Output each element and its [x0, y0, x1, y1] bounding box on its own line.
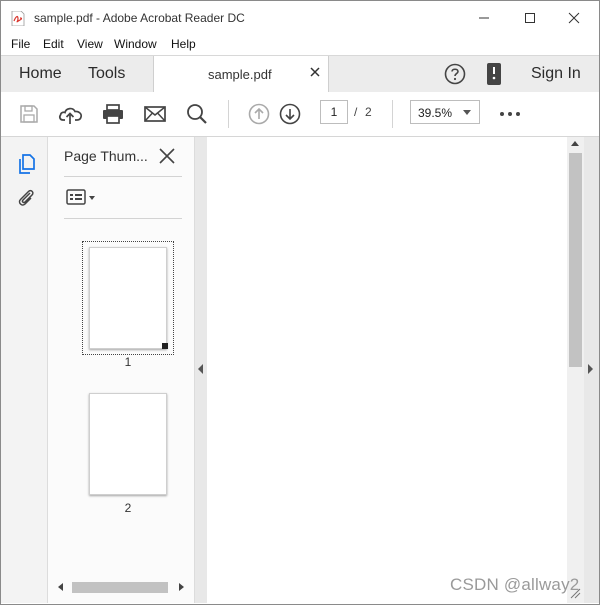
print-icon	[103, 104, 123, 124]
left-rail	[1, 137, 48, 603]
save-icon	[20, 105, 38, 123]
maximize-icon	[525, 13, 535, 23]
more-tools-button[interactable]	[497, 101, 523, 127]
save-button[interactable]	[16, 101, 42, 127]
scroll-right-icon[interactable]	[179, 583, 184, 591]
menu-view[interactable]: View	[77, 37, 103, 51]
tab-home[interactable]: Home	[19, 65, 62, 83]
zoom-select[interactable]: 39.5%	[410, 100, 480, 124]
menu-help[interactable]: Help	[171, 37, 196, 51]
resize-handle[interactable]	[162, 343, 168, 349]
title-bar: sample.pdf - Adobe Acrobat Reader DC	[1, 1, 599, 34]
close-tab-icon[interactable]	[309, 66, 321, 78]
close-panel-icon[interactable]	[158, 147, 176, 165]
expand-right-pane-icon[interactable]	[588, 364, 593, 374]
page-thumbnails-panel: Page Thum... 1 2	[48, 137, 195, 603]
menu-bar: File Edit View Window Help	[1, 34, 599, 54]
next-page-button[interactable]	[277, 101, 303, 127]
tabs-bar: Home Tools sample.pdf Sign In	[1, 55, 599, 93]
sign-in-link[interactable]: Sign In	[531, 65, 581, 83]
scroll-up-icon[interactable]	[571, 141, 579, 146]
close-icon	[568, 12, 580, 24]
minimize-button[interactable]	[461, 5, 507, 31]
upload-button[interactable]	[58, 101, 84, 127]
vertical-scrollbar[interactable]	[567, 137, 584, 603]
chevron-down-icon	[463, 110, 471, 115]
email-icon	[144, 106, 166, 122]
thumbnail-label-1: 1	[124, 355, 132, 369]
scroll-left-icon[interactable]	[58, 583, 63, 591]
print-button[interactable]	[100, 101, 126, 127]
toolbar-divider	[228, 100, 229, 128]
attachments-icon[interactable]	[15, 187, 37, 209]
thumbnail-page-1[interactable]	[89, 247, 167, 349]
search-icon	[187, 104, 207, 124]
panel-collapse-strip[interactable]	[195, 137, 207, 603]
scroll-thumb[interactable]	[72, 582, 168, 593]
scroll-thumb[interactable]	[569, 153, 582, 367]
collapse-left-icon[interactable]	[198, 364, 203, 374]
acrobat-window: sample.pdf - Adobe Acrobat Reader DC Fil…	[0, 0, 600, 605]
zoom-value: 39.5%	[418, 106, 453, 120]
resize-grip-icon[interactable]	[567, 585, 581, 599]
right-pane-strip[interactable]	[584, 137, 599, 603]
horizontal-scrollbar[interactable]	[54, 579, 188, 595]
window-title: sample.pdf - Adobe Acrobat Reader DC	[34, 11, 245, 25]
total-pages: 2	[365, 105, 372, 119]
options-menu-icon[interactable]	[66, 188, 98, 206]
tab-tools[interactable]: Tools	[88, 65, 125, 83]
watermark: CSDN @allway2	[450, 575, 580, 594]
panel-title: Page Thum...	[64, 148, 148, 164]
tab-document[interactable]: sample.pdf	[153, 56, 329, 92]
previous-page-icon	[248, 103, 270, 125]
pdf-file-icon	[11, 11, 25, 26]
mobile-link-icon[interactable]	[485, 62, 503, 86]
search-button[interactable]	[184, 101, 210, 127]
previous-page-button[interactable]	[246, 101, 272, 127]
panel-divider	[64, 176, 182, 177]
panel-divider	[64, 218, 182, 219]
toolbar: 1 / 2 39.5%	[1, 92, 599, 137]
menu-file[interactable]: File	[11, 37, 30, 51]
next-page-icon	[279, 103, 301, 125]
document-tab-label: sample.pdf	[208, 67, 272, 82]
email-button[interactable]	[142, 101, 168, 127]
page-thumbnails-icon[interactable]	[15, 153, 37, 175]
menu-window[interactable]: Window	[114, 37, 157, 51]
maximize-button[interactable]	[507, 5, 553, 31]
more-icon	[500, 112, 520, 116]
current-page-input[interactable]: 1	[320, 100, 348, 124]
thumbnail-label-2: 2	[124, 501, 132, 515]
toolbar-divider	[392, 100, 393, 128]
thumbnail-page-2[interactable]	[89, 393, 167, 495]
minimize-icon	[479, 17, 489, 19]
upload-cloud-icon	[58, 107, 83, 124]
menu-edit[interactable]: Edit	[43, 37, 64, 51]
page-separator: /	[354, 105, 358, 119]
close-window-button[interactable]	[551, 5, 597, 31]
document-view[interactable]	[207, 137, 567, 603]
help-icon[interactable]	[444, 63, 466, 85]
